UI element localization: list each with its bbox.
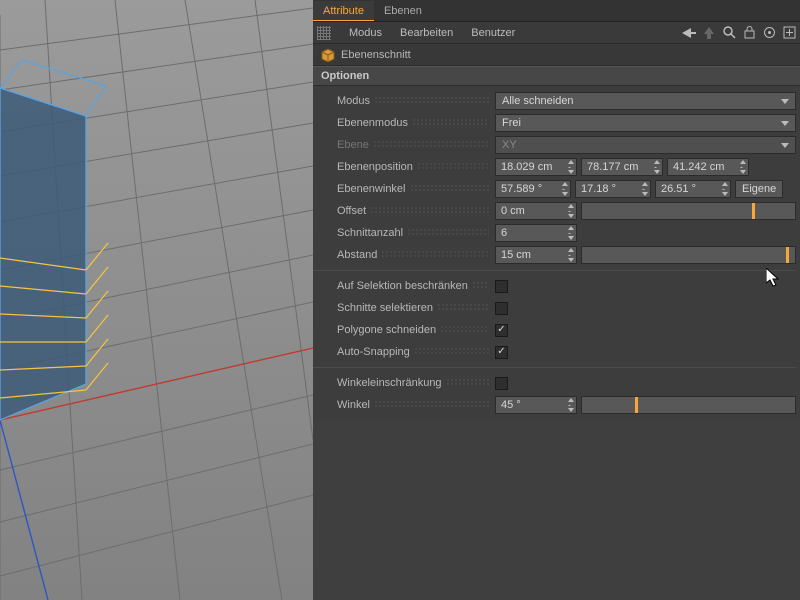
label-schnittanzahl: Schnittanzahl <box>337 227 489 239</box>
field-ebenenwinkel-h[interactable]: 57.589 ° <box>495 180 571 198</box>
menu-modus[interactable]: Modus <box>341 24 390 42</box>
slider-winkel[interactable] <box>581 396 796 414</box>
check-winkeleinschraenkung[interactable] <box>495 377 508 390</box>
add-icon[interactable] <box>782 26 796 40</box>
field-schnittanzahl[interactable]: 6 <box>495 224 577 242</box>
label-ebenenposition: Ebenenposition <box>337 161 489 173</box>
lock-icon[interactable] <box>742 26 756 40</box>
dropdown-ebene: XY <box>495 136 796 154</box>
tab-ebenen[interactable]: Ebenen <box>374 1 432 20</box>
panel-menubar: Modus Bearbeiten Benutzer <box>313 22 800 44</box>
object-title: Ebenenschnitt <box>341 49 411 61</box>
label-winkeleinschraenkung: Winkeleinschränkung <box>337 377 489 389</box>
tab-attribute[interactable]: Attribute <box>313 1 374 21</box>
object-titlebar: Ebenenschnitt <box>313 44 800 66</box>
field-winkel[interactable]: 45 ° <box>495 396 577 414</box>
check-auf-selektion[interactable] <box>495 280 508 293</box>
label-ebenenmodus: Ebenenmodus <box>337 117 489 129</box>
target-icon[interactable] <box>762 26 776 40</box>
label-auf-selektion: Auf Selektion beschränken <box>337 280 489 292</box>
label-offset: Offset <box>337 205 489 217</box>
field-ebenenposition-x[interactable]: 18.029 cm <box>495 158 577 176</box>
dropdown-ebenenmodus[interactable]: Frei <box>495 114 796 132</box>
field-ebenenwinkel-b[interactable]: 26.51 ° <box>655 180 731 198</box>
field-ebenenwinkel-p[interactable]: 17.18 ° <box>575 180 651 198</box>
label-schnitte-selektieren: Schnitte selektieren <box>337 302 489 314</box>
grid-icon[interactable] <box>317 26 331 40</box>
field-ebenenposition-z[interactable]: 41.242 cm <box>667 158 749 176</box>
label-modus: Modus <box>337 95 489 107</box>
field-ebenenposition-y[interactable]: 78.177 cm <box>581 158 663 176</box>
cube-icon <box>321 48 335 62</box>
label-abstand: Abstand <box>337 249 489 261</box>
label-ebene: Ebene <box>337 139 489 151</box>
viewport-3d[interactable] <box>0 0 313 600</box>
check-schnitte-selektieren[interactable] <box>495 302 508 315</box>
field-abstand[interactable]: 15 cm <box>495 246 577 264</box>
field-offset[interactable]: 0 cm <box>495 202 577 220</box>
dropdown-modus[interactable]: Alle schneiden <box>495 92 796 110</box>
back-arrow-icon[interactable] <box>682 26 696 40</box>
label-polygone-schneiden: Polygone schneiden <box>337 324 489 336</box>
label-auto-snapping: Auto-Snapping <box>337 346 489 358</box>
check-polygone-schneiden[interactable] <box>495 324 508 337</box>
search-icon[interactable] <box>722 26 736 40</box>
slider-offset[interactable] <box>581 202 796 220</box>
section-optionen[interactable]: Optionen <box>313 66 800 86</box>
panel-tabs: Attribute Ebenen <box>313 0 800 22</box>
attribute-panel: Attribute Ebenen Modus Bearbeiten Benutz… <box>313 0 800 600</box>
label-ebenenwinkel: Ebenenwinkel <box>337 183 489 195</box>
menu-bearbeiten[interactable]: Bearbeiten <box>392 24 461 42</box>
slider-abstand[interactable] <box>581 246 796 264</box>
up-arrow-icon[interactable] <box>702 26 716 40</box>
check-auto-snapping[interactable] <box>495 346 508 359</box>
label-winkel: Winkel <box>337 399 489 411</box>
menu-benutzer[interactable]: Benutzer <box>463 24 523 42</box>
button-eigene[interactable]: Eigene <box>735 180 783 198</box>
